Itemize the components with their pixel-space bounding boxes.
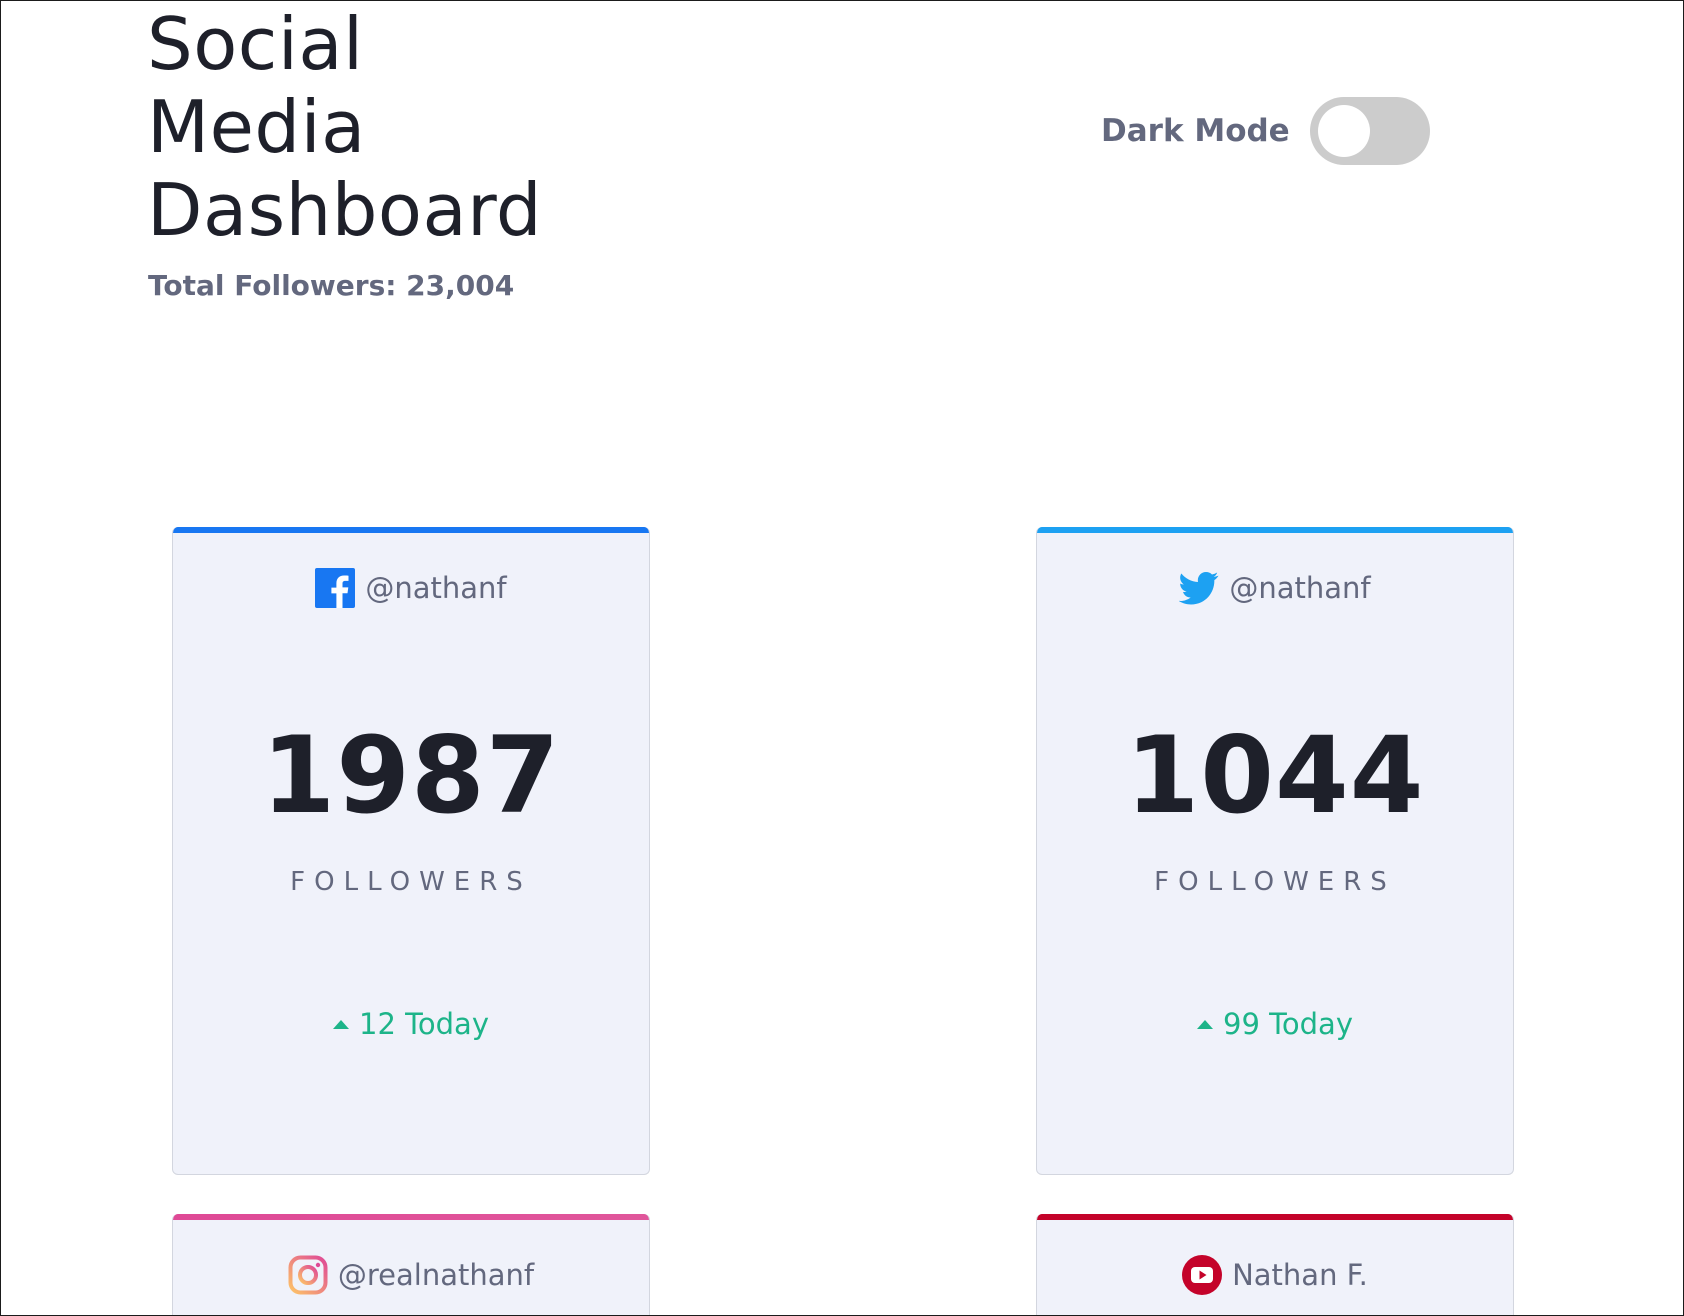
card-accent-bar — [173, 1214, 649, 1220]
followers-label: FOLLOWERS — [290, 867, 532, 897]
page-title: Social Media Dashboard — [147, 2, 543, 252]
card-accent-bar — [1037, 527, 1513, 533]
instagram-card[interactable]: @realnathanf — [172, 1214, 650, 1315]
dark-mode-toggle[interactable] — [1309, 97, 1430, 165]
facebook-card[interactable]: @nathanf 1987 FOLLOWERS 12 Today — [172, 527, 650, 1175]
twitter-icon — [1178, 568, 1219, 608]
youtube-card[interactable]: Nathan F. — [1036, 1214, 1514, 1315]
today-change-text: 12 Today — [359, 1007, 489, 1041]
dark-mode-label: Dark Mode — [1101, 113, 1290, 149]
card-header: Nathan F. — [1037, 1254, 1513, 1296]
page: Social Media Dashboard Total Followers: … — [0, 0, 1684, 1316]
today-change: 99 Today — [1037, 1007, 1513, 1041]
today-change-text: 99 Today — [1223, 1007, 1353, 1041]
twitter-card[interactable]: @nathanf 1044 FOLLOWERS 99 Today — [1036, 527, 1514, 1175]
card-handle: @realnathanf — [337, 1258, 535, 1292]
youtube-icon — [1182, 1255, 1223, 1295]
toggle-knob — [1317, 105, 1370, 157]
card-handle: @nathanf — [1229, 571, 1371, 605]
card-header: @nathanf — [173, 567, 649, 609]
card-accent-bar — [1037, 1214, 1513, 1220]
today-change: 12 Today — [173, 1007, 649, 1041]
follower-count: 1987 — [261, 714, 561, 837]
dark-mode-control: Dark Mode — [1101, 97, 1430, 165]
card-handle: Nathan F. — [1232, 1258, 1368, 1292]
follower-count: 1044 — [1125, 714, 1425, 837]
arrow-up-icon — [333, 1019, 349, 1029]
card-accent-bar — [173, 527, 649, 533]
facebook-icon — [315, 568, 356, 608]
arrow-up-icon — [1197, 1019, 1213, 1029]
card-handle: @nathanf — [365, 571, 507, 605]
card-header: @nathanf — [1037, 567, 1513, 609]
followers-label: FOLLOWERS — [1154, 867, 1396, 897]
instagram-icon — [288, 1255, 328, 1295]
card-header: @realnathanf — [173, 1254, 649, 1296]
total-followers: Total Followers: 23,004 — [148, 269, 515, 302]
